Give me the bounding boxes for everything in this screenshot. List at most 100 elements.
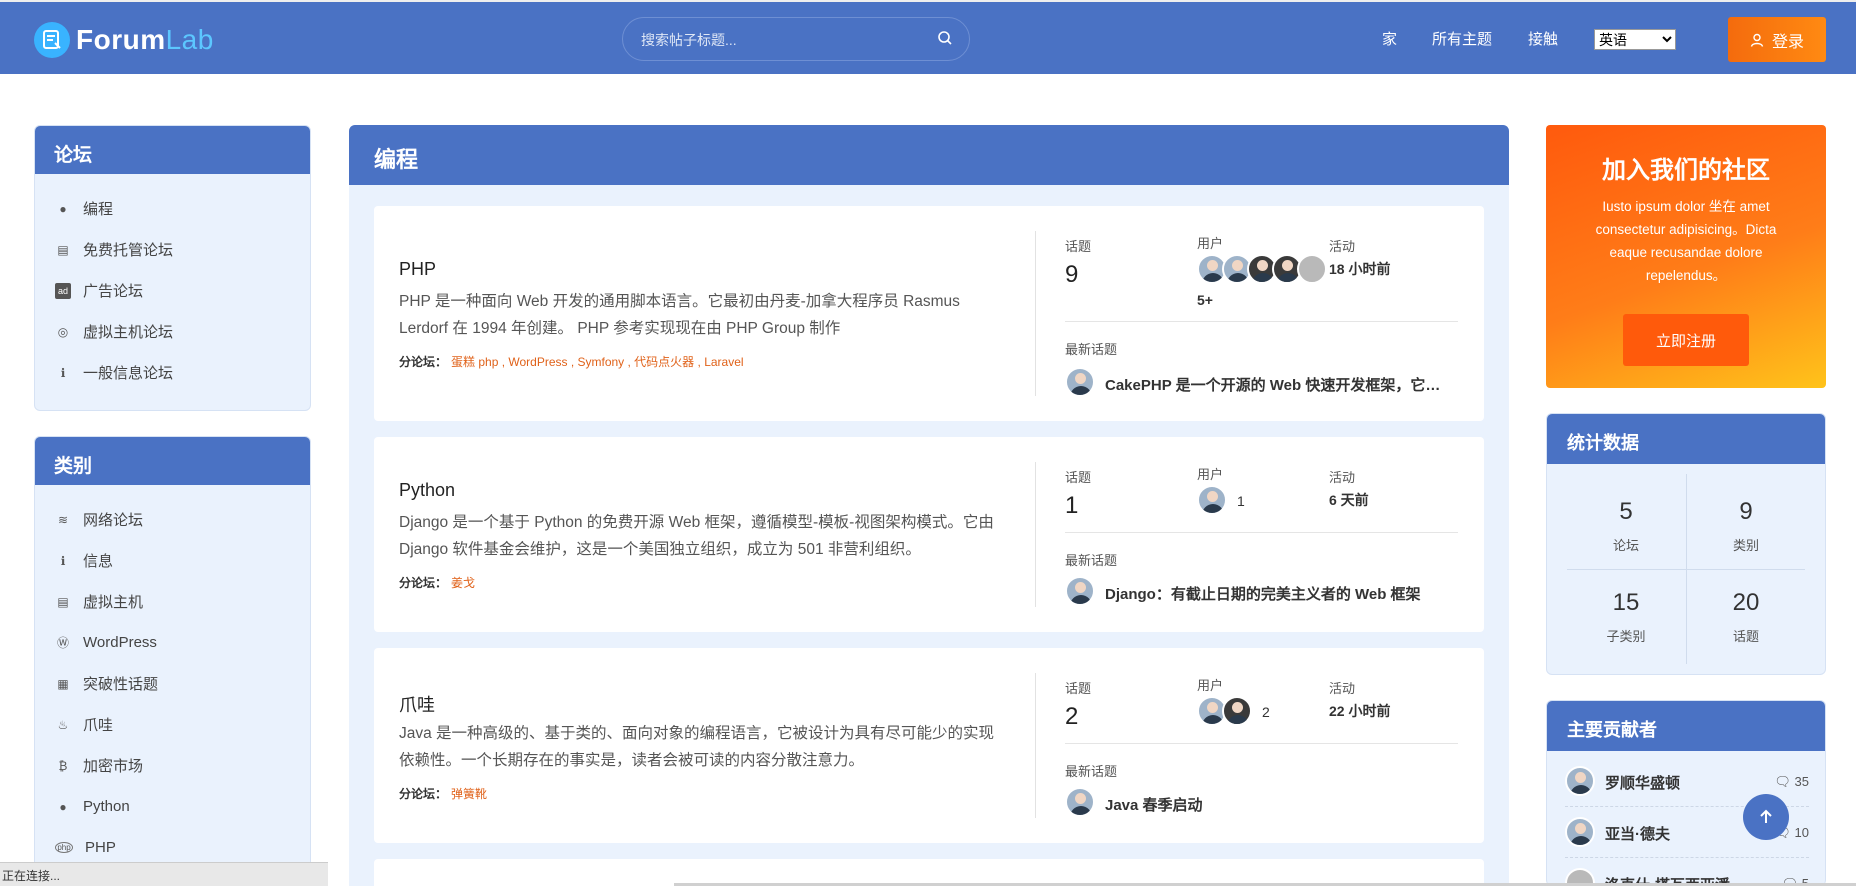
sidebar-forum-free-hosting[interactable]: ▤ 免费托管论坛 bbox=[35, 229, 310, 270]
subforum-links[interactable]: 姜戈 bbox=[451, 576, 475, 590]
sidebar-item-label: 网络论坛 bbox=[83, 512, 144, 529]
sidebar-category-breaking-topics[interactable]: ▦ 突破性话题 bbox=[35, 663, 310, 704]
back-to-top-button[interactable] bbox=[1743, 794, 1789, 840]
server-icon: ▤ bbox=[57, 242, 69, 257]
forum-logo-icon bbox=[34, 22, 70, 58]
forums-panel-title: 论坛 bbox=[35, 126, 310, 174]
contributor-item[interactable]: 洛克什·塔瓦西亚潘 🗨 5 bbox=[1565, 858, 1809, 886]
forum-title[interactable]: 爪哇 bbox=[399, 691, 435, 717]
sidebar-forum-programming[interactable]: ● 编程 bbox=[35, 188, 310, 229]
stats-divider bbox=[1065, 743, 1458, 744]
sidebar-item-label: 信息 bbox=[83, 553, 114, 570]
sidebar-item-label: 突破性话题 bbox=[83, 676, 159, 693]
latest-topic-label: 最新话题 bbox=[1065, 342, 1118, 357]
search-icon[interactable] bbox=[937, 30, 953, 51]
sidebar-category-virtual-hosting[interactable]: ▤ 虚拟主机 bbox=[35, 581, 310, 622]
topics-count: 1 bbox=[1065, 492, 1079, 519]
user-avatar[interactable] bbox=[1222, 696, 1252, 726]
stats-panel-title: 统计数据 bbox=[1547, 414, 1825, 464]
stat-forums: 5 论坛 bbox=[1567, 498, 1685, 554]
award-icon: ◎ bbox=[57, 324, 69, 339]
contributor-name: 亚当·德夫 bbox=[1605, 826, 1670, 843]
sidebar-forum-general-info[interactable]: ℹ 一般信息论坛 bbox=[35, 352, 310, 393]
topics-label: 话题 bbox=[1065, 681, 1092, 696]
login-button[interactable]: 登录 bbox=[1728, 17, 1826, 62]
forums-panel: 论坛 ● 编程 ▤ 免费托管论坛 ad 广告论坛 ◎ 虚拟主机论坛 ℹ 一般信息论坛 bbox=[34, 125, 311, 411]
subforum-list: 分论坛： 弹簧靴 bbox=[399, 785, 487, 802]
latest-topic-link[interactable]: Java 春季启动 bbox=[1105, 794, 1455, 815]
user-avatar[interactable] bbox=[1197, 485, 1227, 515]
newspaper-icon: ▦ bbox=[57, 676, 69, 691]
java-icon: ♨ bbox=[57, 717, 69, 732]
forum-card-php: PHP PHP 是一种面向 Web 开发的通用脚本语言。它最初由丹麦-加拿大程序… bbox=[374, 206, 1484, 421]
stats-horizontal-divider bbox=[1567, 569, 1805, 570]
latest-topic-link[interactable]: CakePHP 是一个开源的 Web 快速开发框架，它使用 MVC 模式 bbox=[1105, 374, 1455, 395]
sidebar-category-network-forum[interactable]: ≋ 网络论坛 bbox=[35, 499, 310, 540]
subforum-label: 分论坛： bbox=[399, 576, 448, 590]
stat-value: 15 bbox=[1612, 589, 1640, 616]
logo[interactable]: ForumLab bbox=[34, 22, 214, 58]
ad-icon: ad bbox=[55, 282, 71, 299]
latest-author-avatar[interactable] bbox=[1065, 787, 1095, 817]
wordpress-icon: Ⓦ bbox=[56, 636, 69, 650]
contributor-count: 🗨 35 bbox=[1774, 774, 1809, 790]
stat-value: 20 bbox=[1732, 589, 1760, 616]
sidebar-forum-virtual-hosting[interactable]: ◎ 虚拟主机论坛 bbox=[35, 311, 310, 352]
language-select[interactable]: 英语 bbox=[1594, 29, 1676, 50]
stat-label: 话题 bbox=[1732, 629, 1759, 644]
join-text: Iusto ipsum dolor 坐在 amet consectetur ad… bbox=[1595, 199, 1777, 283]
users-count: 2 bbox=[1262, 704, 1270, 720]
server-icon: ▤ bbox=[57, 594, 69, 609]
topics-label: 话题 bbox=[1065, 470, 1092, 485]
stat-subcategories: 15 子类别 bbox=[1567, 589, 1685, 645]
nav-home[interactable]: 家 bbox=[1382, 28, 1397, 49]
subforum-links[interactable]: 弹簧靴 bbox=[451, 787, 487, 801]
login-label: 登录 bbox=[1771, 33, 1804, 51]
contributor-avatar bbox=[1565, 817, 1595, 847]
php-icon: php bbox=[55, 842, 73, 853]
logo-text-forum: Forum bbox=[76, 24, 166, 55]
card-divider bbox=[1035, 673, 1036, 818]
forum-card-partial bbox=[374, 859, 1484, 886]
sidebar-category-crypto-market[interactable]: ₿ 加密市场 bbox=[35, 745, 310, 786]
sidebar-item-label: 广告论坛 bbox=[83, 283, 144, 300]
forum-title[interactable]: Python bbox=[399, 480, 455, 501]
stats-divider bbox=[1065, 321, 1458, 322]
sidebar-category-python[interactable]: ● Python bbox=[35, 786, 310, 827]
nav-contact[interactable]: 接触 bbox=[1528, 28, 1558, 49]
sidebar-item-label: PHP bbox=[85, 839, 116, 856]
users-label: 用户 bbox=[1197, 678, 1224, 693]
forum-title[interactable]: PHP bbox=[399, 259, 436, 280]
users-label: 用户 bbox=[1197, 467, 1224, 482]
python-icon: ● bbox=[59, 799, 67, 814]
stat-topics: 20 话题 bbox=[1687, 589, 1805, 645]
subforum-links[interactable]: 蛋糕 php , WordPress , Symfony , 代码点火器 , L… bbox=[451, 355, 744, 369]
contributor-count-value: 35 bbox=[1794, 774, 1809, 789]
sidebar-category-java[interactable]: ♨ 爪哇 bbox=[35, 704, 310, 745]
search-bar bbox=[622, 17, 970, 61]
sidebar-forum-ads[interactable]: ad 广告论坛 bbox=[35, 270, 310, 311]
users-count: 5+ bbox=[1197, 292, 1213, 308]
bitcoin-icon: ₿ bbox=[58, 758, 68, 773]
latest-topic-link[interactable]: Django：有截止日期的完美主义者的 Web 框架 bbox=[1105, 583, 1455, 604]
forum-description: PHP 是一种面向 Web 开发的通用脚本语言。它最初由丹麦-加拿大程序员 Ra… bbox=[399, 293, 960, 337]
search-input[interactable] bbox=[641, 29, 921, 51]
contributors-panel-title: 主要贡献者 bbox=[1547, 701, 1825, 751]
register-button[interactable]: 立即注册 bbox=[1623, 314, 1749, 366]
stats-panel: 统计数据 5 论坛 9 类别 15 子类别 20 话题 bbox=[1546, 413, 1826, 675]
user-avatar[interactable] bbox=[1297, 254, 1327, 284]
contributor-avatar bbox=[1565, 766, 1595, 796]
stat-label: 子类别 bbox=[1606, 629, 1646, 644]
nav-all-topics[interactable]: 所有主题 bbox=[1432, 28, 1492, 49]
sidebar-category-wordpress[interactable]: Ⓦ WordPress bbox=[35, 622, 310, 663]
logo-text-lab: Lab bbox=[165, 24, 214, 55]
sidebar-item-label: 虚拟主机论坛 bbox=[83, 324, 174, 341]
user-icon bbox=[1750, 33, 1764, 47]
stat-categories: 9 类别 bbox=[1687, 498, 1805, 554]
contributor-name: 罗顺华盛顿 bbox=[1605, 775, 1681, 792]
activity-time: 22 小时前 bbox=[1329, 703, 1391, 719]
latest-author-avatar[interactable] bbox=[1065, 367, 1095, 397]
sidebar-category-info[interactable]: ℹ 信息 bbox=[35, 540, 310, 581]
latest-author-avatar[interactable] bbox=[1065, 576, 1095, 606]
categories-panel-title: 类别 bbox=[35, 437, 310, 485]
